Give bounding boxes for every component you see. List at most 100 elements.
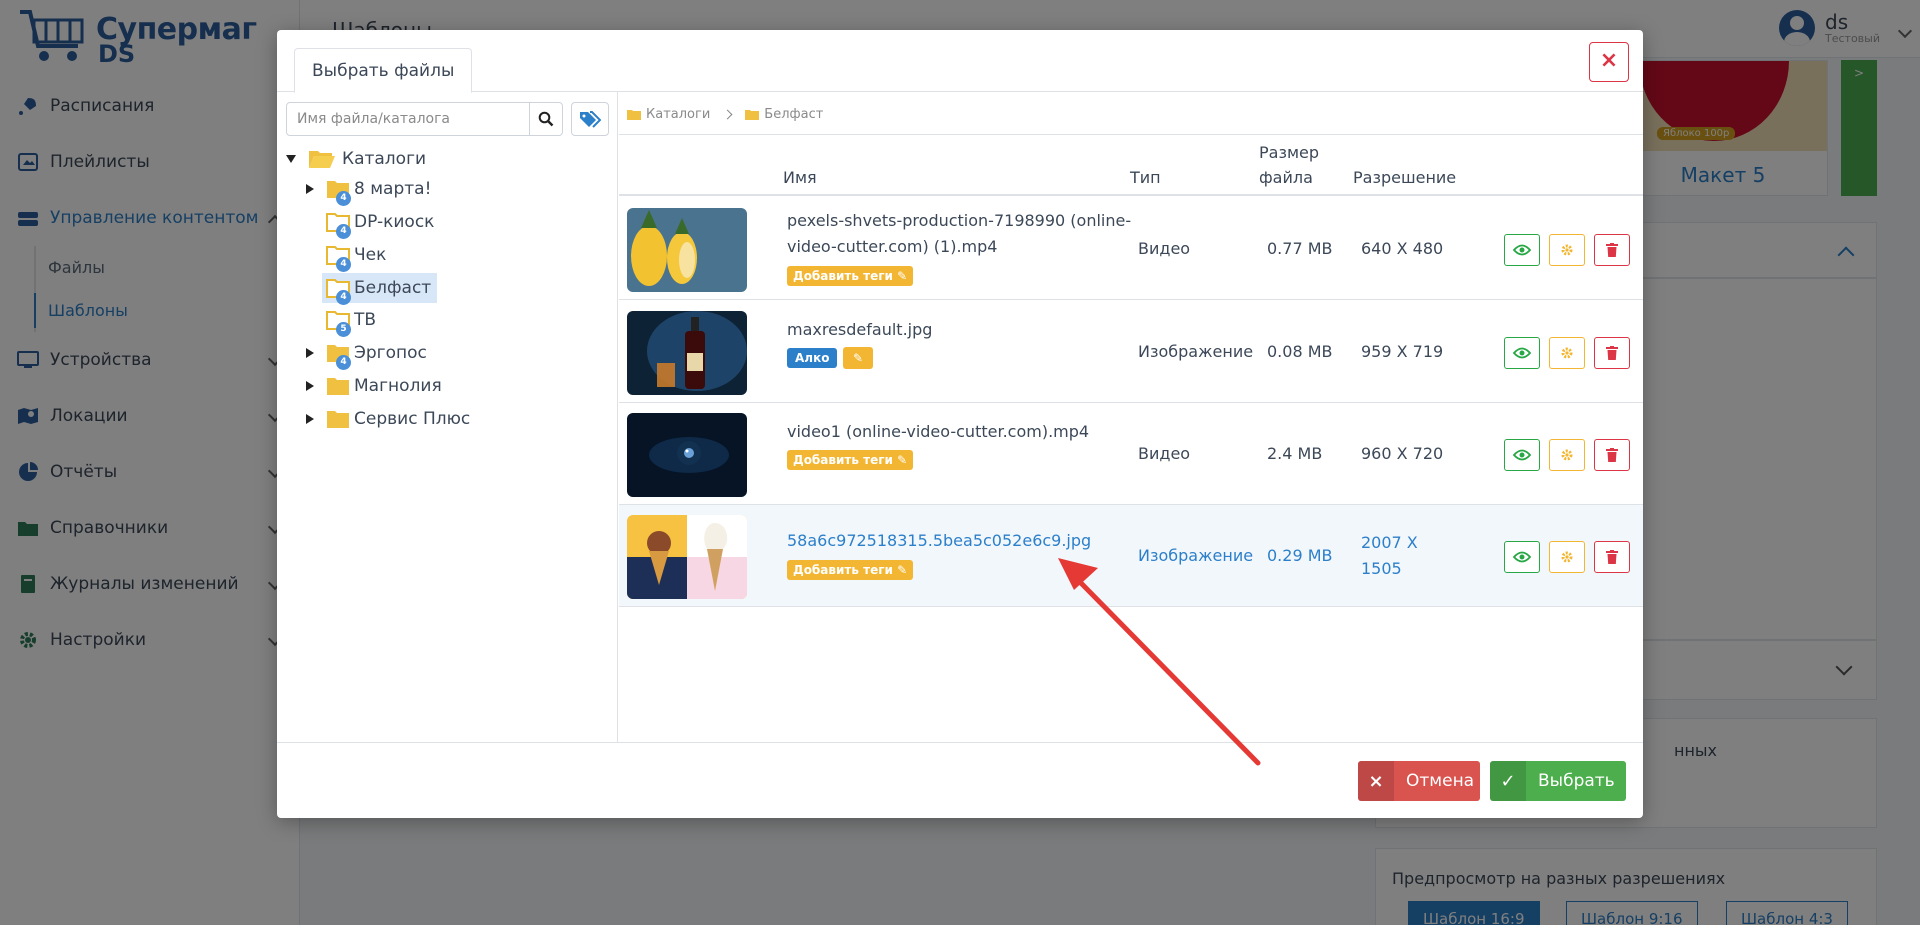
caret-down-icon[interactable]	[286, 155, 296, 163]
tree-root[interactable]: Каталоги	[286, 144, 426, 174]
delete-button[interactable]	[1594, 439, 1630, 471]
file-picker-modal: Выбрать файлы × Каталоги 4 8 марта! 4	[277, 30, 1643, 818]
settings-button[interactable]	[1549, 234, 1585, 266]
tree-node-label: Эргопос	[354, 343, 427, 363]
folder-tree-pane: Каталоги 4 8 марта! 4 DP-киоск 4 Чек	[277, 92, 618, 742]
tree-node-label: DP-киоск	[354, 212, 435, 232]
folder-icon	[745, 109, 760, 120]
file-resolution-cont: 1505	[1361, 559, 1402, 578]
column-type[interactable]: Тип	[1130, 165, 1161, 190]
preview-button[interactable]	[1504, 234, 1540, 266]
settings-button[interactable]	[1549, 337, 1585, 369]
preview-button[interactable]	[1504, 541, 1540, 573]
tag-chip[interactable]: Алко	[787, 348, 838, 368]
trash-icon	[1606, 448, 1618, 462]
tree-node-label: Чек	[354, 245, 387, 265]
caret-right-icon[interactable]	[306, 348, 314, 358]
file-thumbnail[interactable]	[627, 515, 747, 599]
file-name-cont: video-cutter.com) (1).mp4	[787, 237, 998, 256]
file-thumbnail[interactable]	[627, 311, 747, 395]
column-resolution[interactable]: Разрешение	[1353, 165, 1456, 190]
tree-node-8-march[interactable]: 4 8 марта!	[306, 174, 437, 206]
search-icon	[538, 111, 554, 127]
table-row[interactable]: video1 (online-video-cutter.com).mp4 Доб…	[619, 403, 1643, 505]
folder-icon	[627, 109, 641, 120]
file-size: 0.08 MB	[1267, 342, 1333, 361]
tree-node-label: ТВ	[354, 310, 377, 330]
edit-tags-button[interactable]: ✎	[843, 347, 873, 369]
table-row-selected[interactable]: 58a6c972518315.5bea5c052e6c9.jpg Добавит…	[619, 505, 1643, 607]
file-resolution: 959 X 719	[1361, 342, 1444, 361]
table-row[interactable]: pexels-shvets-production-7198990 (online…	[619, 198, 1643, 300]
tree-node-ergopos[interactable]: 4 Эргопос	[306, 338, 433, 370]
table-row[interactable]: maxresdefault.jpg Алко ✎ Изображение 0.0…	[619, 301, 1643, 403]
preview-button[interactable]	[1504, 439, 1540, 471]
breadcrumb-label: Каталоги	[646, 106, 711, 122]
file-resolution: 960 X 720	[1361, 444, 1444, 463]
trash-icon	[1606, 243, 1618, 257]
count-badge: 4	[336, 290, 351, 305]
column-name[interactable]: Имя	[783, 165, 817, 190]
add-tags-button[interactable]: Добавить теги ✎	[787, 450, 914, 470]
preview-button[interactable]	[1504, 337, 1540, 369]
tree-node-dp-kiosk[interactable]: 4 DP-киоск	[322, 207, 440, 239]
close-button[interactable]: ×	[1589, 42, 1629, 82]
breadcrumb-item[interactable]: Белфаст	[745, 107, 823, 122]
breadcrumb-item[interactable]: Каталоги	[627, 107, 710, 122]
folder-icon	[326, 409, 350, 429]
tree-node-check[interactable]: 4 Чек	[322, 240, 392, 272]
settings-button[interactable]	[1549, 541, 1585, 573]
column-size-line2: файла	[1259, 168, 1313, 187]
folder-icon: 4	[326, 179, 351, 206]
select-label: Выбрать	[1538, 771, 1615, 791]
tree-node-magnolia[interactable]: Магнолия	[306, 371, 448, 401]
trash-icon	[1606, 346, 1618, 360]
select-button[interactable]: ✓ Выбрать	[1490, 761, 1626, 801]
eye-icon	[1513, 244, 1531, 256]
count-badge: 4	[336, 224, 351, 239]
file-thumbnail[interactable]	[627, 413, 747, 497]
modal-tabs: Выбрать файлы ×	[277, 30, 1643, 93]
file-size: 0.29 MB	[1267, 546, 1333, 565]
tree-node-belfast[interactable]: 4 Белфаст	[322, 273, 438, 305]
delete-button[interactable]	[1594, 234, 1630, 266]
tree-node-label: 8 марта!	[354, 179, 432, 199]
breadcrumb: Каталоги Белфаст	[627, 102, 823, 126]
file-type: Изображение	[1138, 342, 1254, 361]
folder-icon	[326, 376, 350, 396]
settings-button[interactable]	[1549, 439, 1585, 471]
file-type: Изображение	[1138, 546, 1254, 565]
gear-icon	[1561, 244, 1573, 256]
gear-icon	[1561, 551, 1573, 563]
gear-icon	[1561, 347, 1573, 359]
search-input[interactable]	[286, 102, 530, 136]
delete-button[interactable]	[1594, 337, 1630, 369]
cancel-label: Отмена	[1406, 771, 1475, 791]
breadcrumb-label: Белфаст	[764, 106, 824, 122]
column-size-line1[interactable]: Размер	[1259, 140, 1319, 165]
tree-node-servis-plus[interactable]: Сервис Плюс	[306, 404, 476, 434]
file-resolution: 2007 X	[1361, 533, 1418, 552]
tree-node-tv[interactable]: 5 ТВ	[322, 305, 382, 337]
add-tags-button[interactable]: Добавить теги ✎	[787, 560, 914, 580]
tags-icon	[580, 111, 601, 128]
search-button[interactable]	[529, 102, 563, 136]
file-type: Видео	[1138, 239, 1191, 258]
caret-right-icon[interactable]	[306, 381, 314, 391]
delete-button[interactable]	[1594, 541, 1630, 573]
file-thumbnail[interactable]	[627, 208, 747, 292]
folder-outline-icon: 4	[326, 212, 351, 239]
caret-right-icon[interactable]	[306, 184, 314, 194]
close-icon: ×	[1358, 761, 1394, 801]
file-name: video1 (online-video-cutter.com).mp4	[787, 422, 1090, 441]
eye-icon	[1513, 449, 1531, 461]
file-name[interactable]: 58a6c972518315.5bea5c052e6c9.jpg	[787, 528, 1147, 554]
tab-select-files[interactable]: Выбрать файлы	[294, 48, 473, 93]
cancel-button[interactable]: × Отмена	[1358, 761, 1480, 801]
folder-outline-icon: 4	[326, 245, 351, 272]
add-tags-button[interactable]: Добавить теги ✎	[787, 266, 914, 286]
file-name: pexels-shvets-production-7198990 (online…	[787, 211, 1132, 230]
file-resolution: 640 X 480	[1361, 239, 1444, 258]
tags-filter-button[interactable]	[571, 102, 609, 136]
caret-right-icon[interactable]	[306, 414, 314, 424]
